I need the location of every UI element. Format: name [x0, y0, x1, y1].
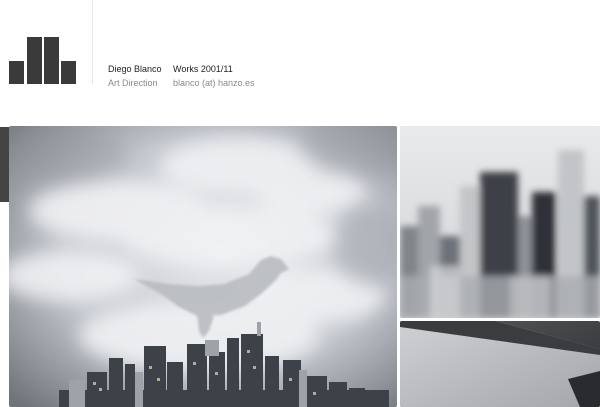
header-divider: [92, 0, 93, 84]
contact-email[interactable]: blanco (at) hanzo.es: [173, 76, 255, 90]
author-info: Diego Blanco Art Direction: [108, 62, 162, 90]
dark-rooftop-image[interactable]: [400, 321, 600, 407]
surreal-bird-over-city-image[interactable]: [9, 126, 397, 407]
author-role: Art Direction: [108, 78, 158, 88]
works-link[interactable]: Works 2001/11: [173, 62, 255, 76]
works-info: Works 2001/11 blanco (at) hanzo.es: [173, 62, 255, 90]
author-name[interactable]: Diego Blanco: [108, 62, 162, 76]
side-tab[interactable]: [0, 127, 9, 202]
site-header: Diego Blanco Art Direction Works 2001/11…: [0, 0, 600, 126]
blurred-skyline-image[interactable]: [400, 126, 600, 318]
bar-graph-logo-icon[interactable]: [9, 37, 77, 84]
